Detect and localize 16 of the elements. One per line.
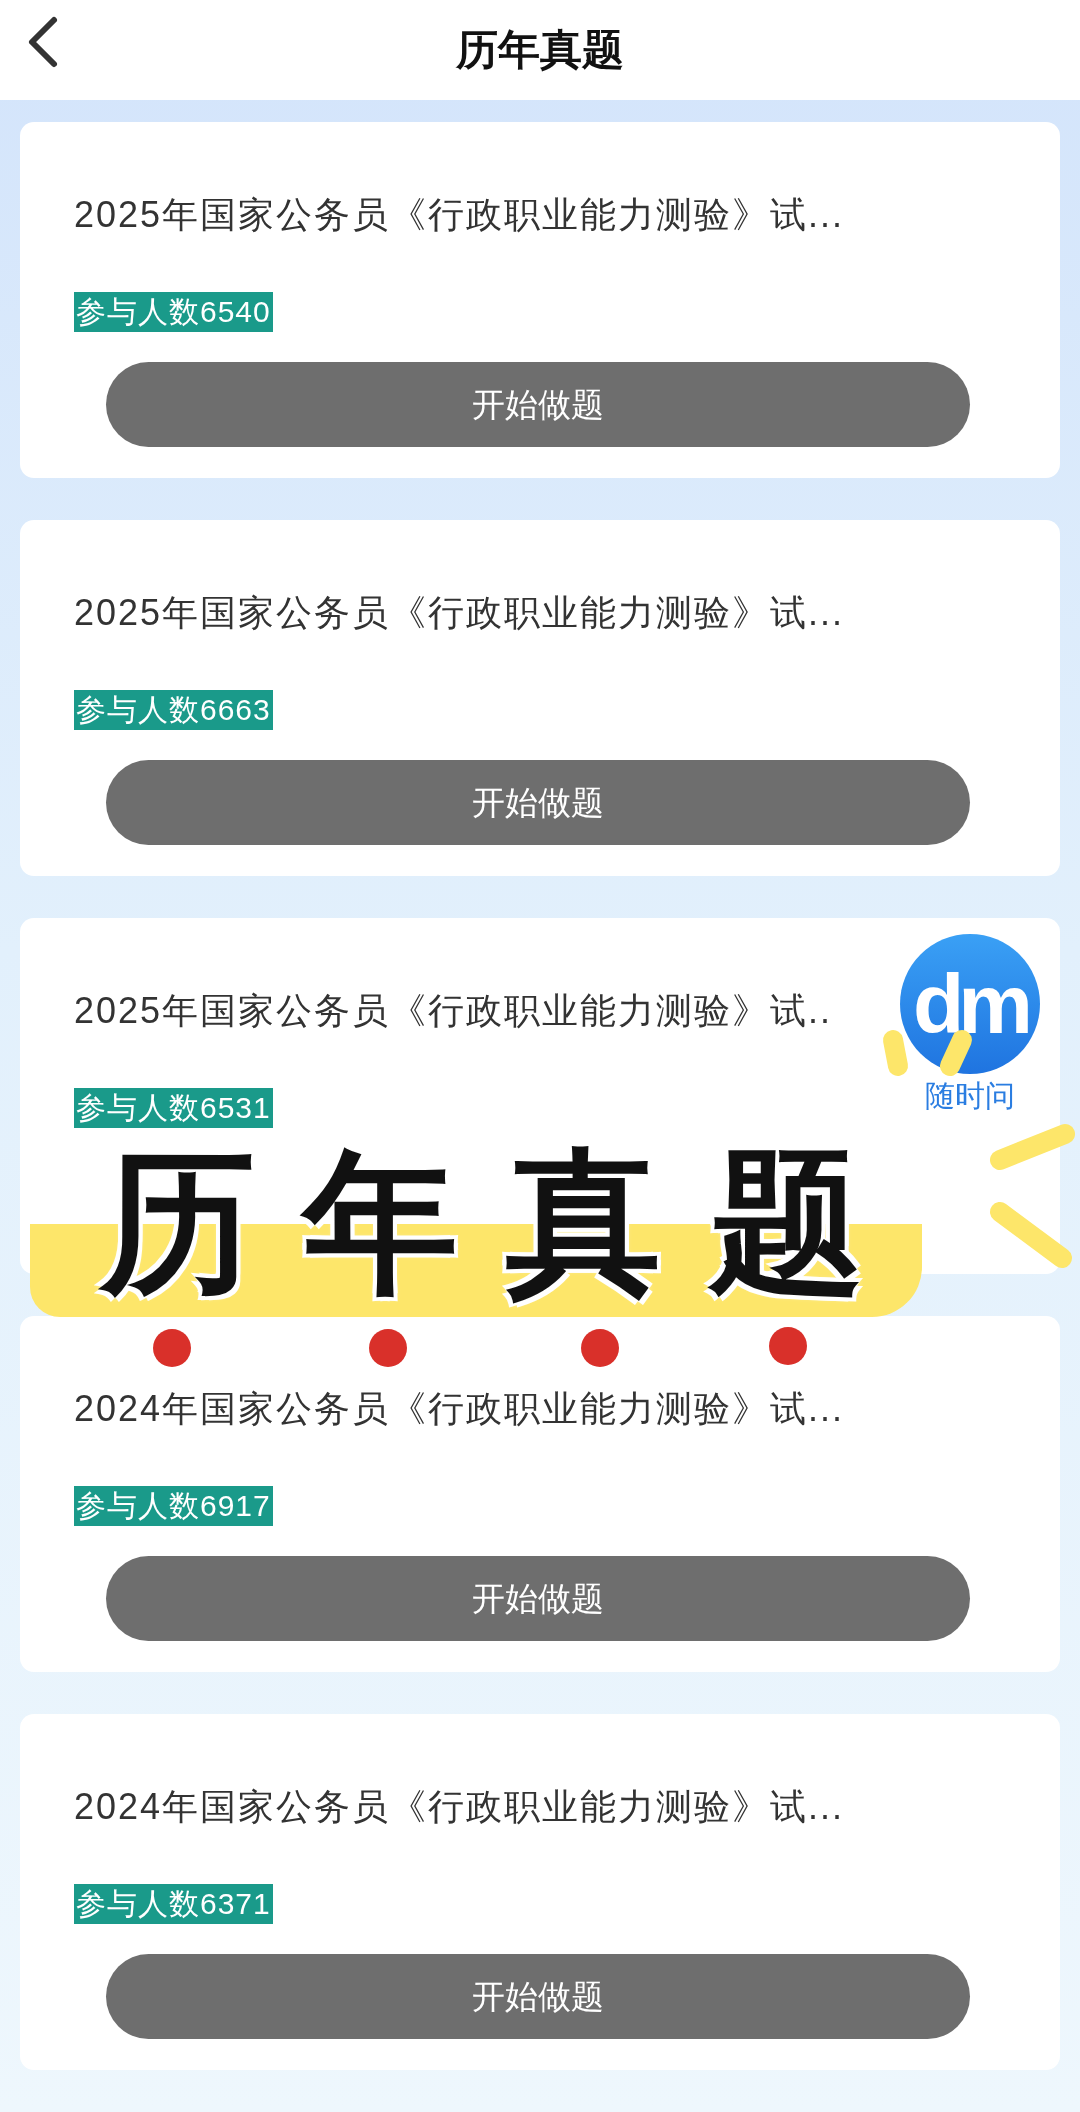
start-button[interactable]: 开始做题 xyxy=(106,1556,970,1641)
paper-title: 2024年国家公务员《行政职业能力测验》试... xyxy=(74,1786,845,1828)
participants-tag: 参与人数6540 xyxy=(74,292,273,332)
start-button[interactable]: 开始做题 xyxy=(106,362,970,447)
participants-tag: 参与人数6531 xyxy=(74,1088,273,1128)
participants-tag: 参与人数6663 xyxy=(74,690,273,730)
start-button[interactable]: 开始做题 xyxy=(106,1954,970,2039)
assistant-label: 随时问 xyxy=(925,1078,1015,1114)
paper-title: 2025年国家公务员《行政职业能力测验》试... xyxy=(74,194,845,236)
paper-title: 2025年国家公务员《行政职业能力测验》试.. xyxy=(74,990,833,1032)
participants-tag: 参与人数6917 xyxy=(74,1486,273,1526)
participants-tag: 参与人数6371 xyxy=(74,1884,273,1924)
start-button[interactable]: 开始做题 xyxy=(106,760,970,845)
paper-title: 2024年国家公务员《行政职业能力测验》试... xyxy=(74,1388,845,1430)
page-title: 历年真题 xyxy=(456,29,624,71)
paper-title: 2025年国家公务员《行政职业能力测验》试... xyxy=(74,592,845,634)
